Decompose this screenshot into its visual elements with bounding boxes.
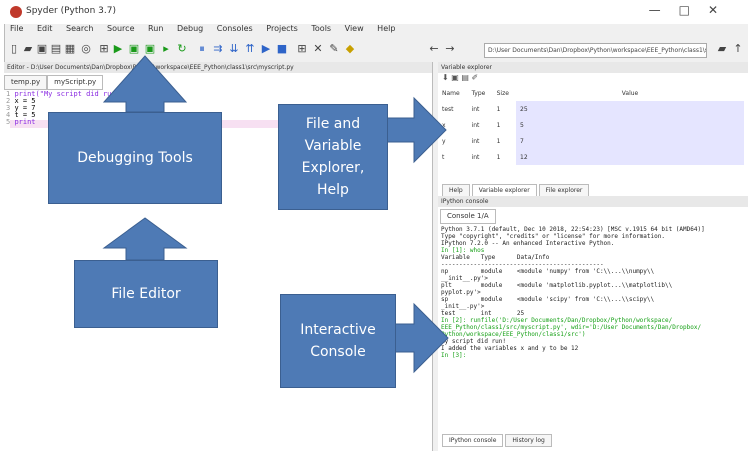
callout-file-editor: File Editor [74, 260, 218, 328]
arrow-up-debugging [102, 55, 188, 113]
arrow-right-console [391, 302, 449, 374]
callout-debugging-tools: Debugging Tools [48, 112, 222, 204]
arrow-right-explorer [383, 96, 447, 164]
callout-file-variable-explorer-help: File and Variable Explorer, Help [278, 104, 388, 210]
arrow-up-editor [102, 217, 188, 261]
callout-interactive-console: Interactive Console [280, 294, 396, 388]
